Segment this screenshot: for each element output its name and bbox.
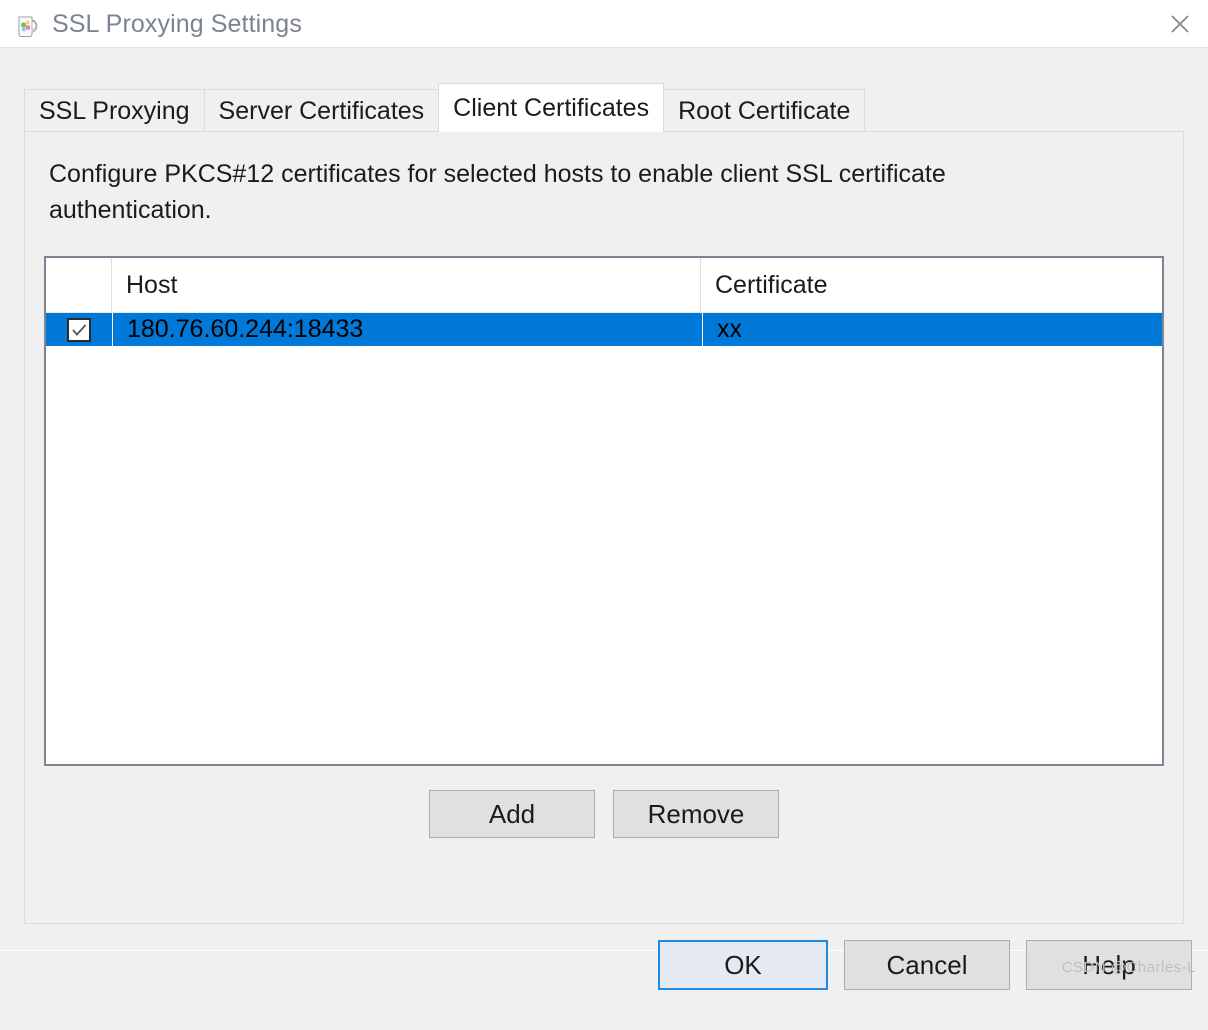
tab-label: SSL Proxying bbox=[39, 96, 190, 125]
tabstrip: SSL Proxying Server Certificates Client … bbox=[24, 83, 950, 132]
dialog-button-bar: OK Cancel Help bbox=[0, 940, 1208, 1030]
cancel-button[interactable]: Cancel bbox=[844, 940, 1010, 990]
table-header-row: Host Certificate bbox=[46, 258, 1162, 313]
tab-server-certificates[interactable]: Server Certificates bbox=[203, 89, 440, 132]
column-header-label: Certificate bbox=[715, 270, 828, 299]
tab-client-certificates[interactable]: Client Certificates bbox=[438, 83, 665, 132]
charles-pitcher-icon bbox=[12, 9, 42, 39]
client-certificates-table[interactable]: Host Certificate 180.76.60.244:18433 xx bbox=[44, 256, 1164, 766]
column-header-host[interactable]: Host bbox=[112, 258, 701, 312]
tab-label: Root Certificate bbox=[678, 96, 851, 125]
column-header-certificate[interactable]: Certificate bbox=[701, 258, 1162, 312]
client-certificates-panel: Configure PKCS#12 certificates for selec… bbox=[24, 131, 1184, 924]
table-row[interactable]: 180.76.60.244:18433 xx bbox=[46, 313, 1162, 346]
row-checkbox-cell[interactable] bbox=[46, 313, 112, 346]
tab-label: Server Certificates bbox=[218, 96, 425, 125]
tab-ssl-proxying[interactable]: SSL Proxying bbox=[24, 89, 205, 132]
add-button[interactable]: Add bbox=[429, 790, 595, 838]
tab-root-certificate[interactable]: Root Certificate bbox=[663, 89, 866, 132]
close-icon[interactable] bbox=[1152, 0, 1208, 47]
window-title: SSL Proxying Settings bbox=[52, 9, 302, 38]
panel-description: Configure PKCS#12 certificates for selec… bbox=[49, 160, 946, 224]
watermark: CSDN @Charles-L bbox=[1061, 959, 1196, 976]
ok-button[interactable]: OK bbox=[658, 940, 828, 990]
list-actions: Add Remove bbox=[25, 790, 1183, 838]
column-header-checkbox bbox=[46, 258, 112, 312]
window-titlebar: SSL Proxying Settings bbox=[0, 0, 1208, 48]
remove-button[interactable]: Remove bbox=[613, 790, 779, 838]
column-header-label: Host bbox=[126, 270, 178, 299]
tab-label: Client Certificates bbox=[453, 93, 650, 122]
row-certificate-cell[interactable]: xx bbox=[703, 313, 1162, 346]
row-enabled-checkbox[interactable] bbox=[67, 317, 91, 342]
dialog-body: SSL Proxying Server Certificates Client … bbox=[0, 48, 1208, 990]
row-host-cell[interactable]: 180.76.60.244:18433 bbox=[113, 313, 702, 346]
